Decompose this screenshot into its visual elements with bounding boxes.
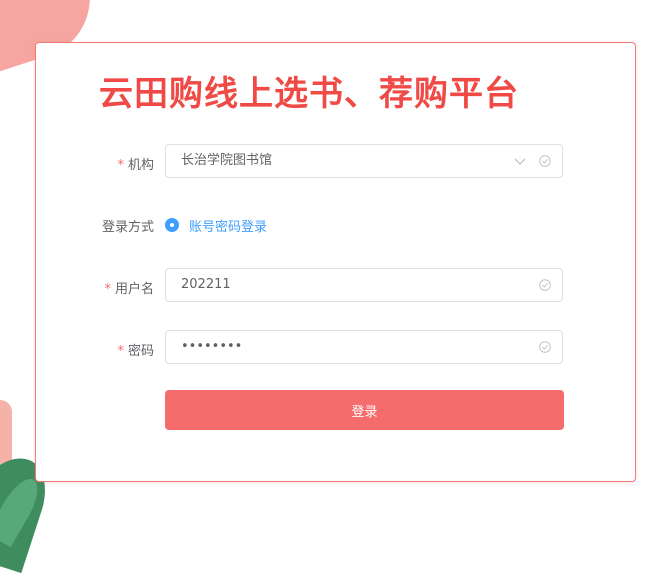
required-mark: * [117,158,124,173]
username-label-text: 用户名 [114,282,154,297]
login-card: 云田购线上选书、荐购平台 * 机构 长治学院图书馆 登录方式 账号密码登录 * 用户… [35,42,636,482]
check-circle-icon [539,341,551,353]
required-mark: * [104,282,111,297]
chevron-down-icon[interactable] [514,156,526,166]
login-method-label: 登录方式 [101,220,154,235]
institution-value: 长治学院图书馆 [181,153,273,168]
password-label-text: 密码 [127,344,154,359]
check-circle-icon [539,155,551,167]
username-label: * 用户名 [104,278,154,297]
check-circle-icon [539,279,551,291]
password-input[interactable]: •••••••• [165,330,563,364]
radio-option-label[interactable]: 账号密码登录 [189,216,267,235]
password-value: •••••••• [181,339,243,354]
password-label: * 密码 [117,340,154,359]
institution-label: * 机构 [117,154,154,173]
username-value: 202211 [181,277,231,292]
institution-row: * 机构 长治学院图书馆 [36,144,635,180]
radio-account-password[interactable]: 账号密码登录 [165,215,267,235]
password-row: * 密码 •••••••• [36,330,635,366]
username-row: * 用户名 202211 [36,268,635,304]
page-title: 云田购线上选书、荐购平台 [99,74,519,114]
radio-checked-icon[interactable] [165,218,179,232]
institution-select[interactable]: 长治学院图书馆 [165,144,563,178]
required-mark: * [117,344,124,359]
login-method-row: 登录方式 账号密码登录 [36,215,635,235]
login-button[interactable]: 登录 [165,390,564,430]
institution-label-text: 机构 [127,158,154,173]
username-input[interactable]: 202211 [165,268,563,302]
